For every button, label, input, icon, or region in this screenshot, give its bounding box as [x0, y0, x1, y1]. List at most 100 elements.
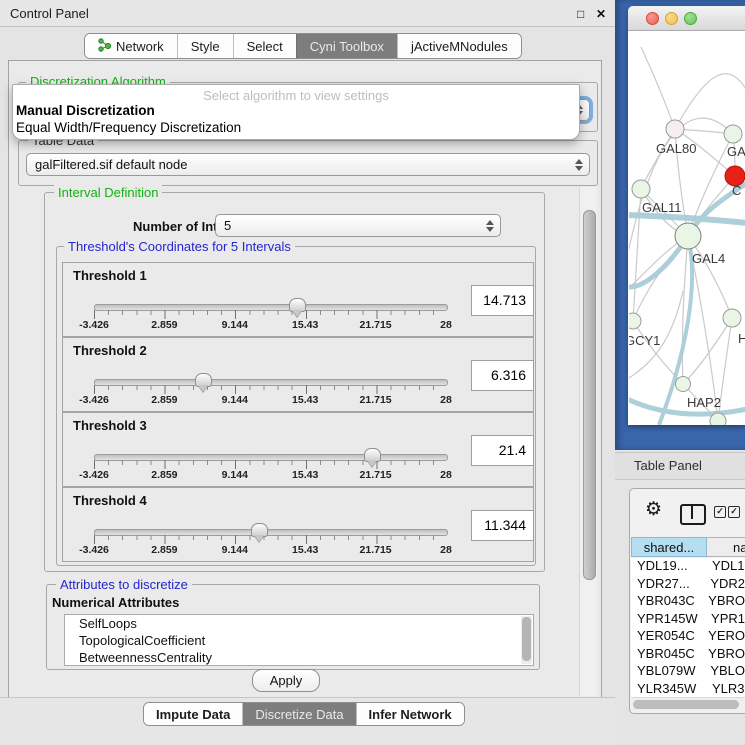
tab-cyni-toolbox[interactable]: Cyni Toolbox	[296, 34, 397, 58]
table-body[interactable]: YDL19...YDL1 YDR27...YDR2 YBR043CYBRO YP…	[631, 558, 745, 697]
slider-major-ticks	[94, 460, 447, 469]
tab-impute-data[interactable]: Impute Data	[144, 703, 242, 725]
cell-name: YBLO	[710, 663, 745, 681]
slider-thumb[interactable]	[289, 298, 306, 312]
network-view-window[interactable]: GAL80 GA C GAL11 GAL4 GCY1 H HAP2	[628, 6, 745, 425]
scale-tick-label: -3.426	[79, 394, 109, 406]
table-row[interactable]: YLR345WYLR3	[631, 681, 745, 698]
slider-scale: -3.426 2.859 9.144 15.43 21.715 28	[94, 319, 446, 331]
popup-item-manual[interactable]: Manual Discretization	[16, 103, 155, 118]
list-item[interactable]: TopologicalCoefficient	[65, 632, 533, 649]
node-label: H	[738, 331, 745, 346]
node-label: GCY1	[629, 333, 660, 348]
tab-style[interactable]: Style	[177, 34, 233, 58]
slider-scale: -3.426 2.859 9.144 15.43 21.715 28	[94, 469, 446, 481]
tab-select[interactable]: Select	[233, 34, 296, 58]
column-header-name[interactable]: na	[707, 537, 745, 557]
columns-icon[interactable]	[680, 504, 706, 525]
node-label: GA	[727, 144, 745, 159]
tab-discretize-data[interactable]: Discretize Data	[242, 703, 355, 725]
network-node[interactable]	[632, 180, 650, 198]
scale-tick-label: -3.426	[79, 469, 109, 481]
scrollbar-thumb[interactable]	[583, 210, 596, 580]
table-horizontal-scrollbar[interactable]	[631, 697, 745, 711]
table-row[interactable]: YBR043CYBRO	[631, 593, 745, 611]
scale-tick-label: 21.715	[360, 544, 392, 556]
mac-minimize-icon[interactable]	[665, 12, 678, 25]
table-row[interactable]: YDR27...YDR2	[631, 576, 745, 594]
threshold-3-panel: Threshold 3 -3.426 2.859 9.144 15.43 21.…	[62, 412, 534, 487]
scale-tick-label: 21.715	[360, 394, 392, 406]
list-scrollbar[interactable]	[521, 616, 532, 664]
mac-close-icon[interactable]	[646, 12, 659, 25]
slider-major-ticks	[94, 310, 447, 319]
scale-tick-label: 2.859	[151, 394, 177, 406]
threshold-value-field[interactable]: 14.713	[471, 285, 534, 316]
scale-tick-label: 28	[440, 469, 452, 481]
column-header-shared-name[interactable]: shared...	[631, 537, 707, 557]
list-item[interactable]: BetweennessCentrality	[65, 649, 533, 666]
app-root: Control Panel □ ✕ Network Style Select C…	[0, 0, 745, 745]
tab-network[interactable]: Network	[85, 34, 177, 58]
network-node[interactable]	[724, 125, 742, 143]
cell-shared-name: YPR145W	[631, 611, 711, 629]
table-row[interactable]: YDL19...YDL1	[631, 558, 745, 576]
list-item[interactable]: SelfLoops	[65, 615, 533, 632]
cell-name: YDR2	[710, 576, 745, 594]
table-row[interactable]: YER054CYERO	[631, 628, 745, 646]
scale-tick-label: 9.144	[222, 319, 248, 331]
threshold-value-field[interactable]: 11.344	[471, 510, 534, 541]
checkbox-icon[interactable]: ✓	[714, 506, 726, 518]
number-of-intervals-combobox[interactable]: 5	[215, 214, 501, 237]
float-window-icon[interactable]: □	[577, 7, 584, 21]
network-node[interactable]	[666, 120, 684, 138]
scale-tick-label: 9.144	[222, 469, 248, 481]
numerical-attributes-list[interactable]: SelfLoops TopologicalCoefficient Between…	[64, 614, 534, 666]
tab-jactivemnodules[interactable]: jActiveMNodules	[397, 34, 521, 58]
tab-label: Network	[116, 39, 164, 54]
table-data-combobox[interactable]: galFiltered.sif default node	[26, 153, 590, 176]
slider-thumb[interactable]	[364, 448, 381, 462]
scale-tick-label: 28	[440, 394, 452, 406]
popup-item-equal-width[interactable]: Equal Width/Frequency Discretization	[16, 120, 241, 135]
node-label: GAL4	[692, 251, 725, 266]
scale-tick-label: 2.859	[151, 544, 177, 556]
apply-button[interactable]: Apply	[252, 669, 320, 692]
slider-thumb[interactable]	[195, 373, 212, 387]
slider-scale: -3.426 2.859 9.144 15.43 21.715 28	[94, 394, 446, 406]
slider-major-ticks	[94, 535, 447, 544]
tab-label: Infer Network	[369, 707, 452, 722]
tab-label: Impute Data	[156, 707, 230, 722]
table-row[interactable]: YBR045CYBRO	[631, 646, 745, 664]
network-node[interactable]	[629, 313, 641, 329]
attributes-group-label: Attributes to discretize	[56, 577, 192, 592]
table-row[interactable]: YBL079WYBLO	[631, 663, 745, 681]
table-row[interactable]: YPR145WYPR1	[631, 611, 745, 629]
tab-infer-network[interactable]: Infer Network	[356, 703, 464, 725]
network-window-titlebar[interactable]	[628, 6, 745, 31]
checkbox-icon[interactable]: ✓	[728, 506, 740, 518]
scale-tick-label: 2.859	[151, 319, 177, 331]
scrollbar-thumb[interactable]	[633, 700, 739, 709]
cell-name: YPR1	[711, 611, 745, 629]
network-canvas[interactable]: GAL80 GA C GAL11 GAL4 GCY1 H HAP2	[629, 31, 745, 425]
network-node[interactable]	[723, 309, 741, 327]
panel-vertical-scrollbar[interactable]	[579, 187, 597, 696]
scale-tick-label: -3.426	[79, 319, 109, 331]
close-icon[interactable]: ✕	[596, 7, 606, 21]
threshold-value-field[interactable]: 21.4	[471, 435, 534, 466]
gear-icon[interactable]: ⚙	[645, 500, 662, 519]
network-node[interactable]	[675, 223, 701, 249]
scale-tick-label: 28	[440, 319, 452, 331]
network-node[interactable]	[710, 413, 726, 425]
table-data-value: galFiltered.sif default node	[35, 157, 187, 172]
scale-tick-label: 28	[440, 544, 452, 556]
cell-shared-name: YDL19...	[631, 558, 712, 576]
table-header-row: shared... na	[631, 537, 745, 557]
mac-zoom-icon[interactable]	[684, 12, 697, 25]
threshold-value-field[interactable]: 6.316	[471, 360, 534, 391]
node-label: HAP2	[687, 395, 721, 410]
slider-major-ticks	[94, 385, 447, 394]
slider-thumb[interactable]	[251, 523, 268, 537]
network-node[interactable]	[676, 377, 691, 392]
